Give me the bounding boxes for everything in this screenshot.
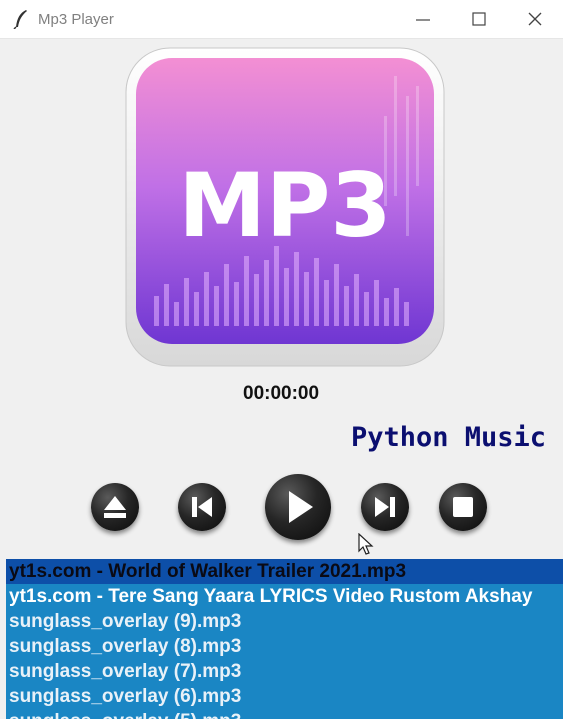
stop-icon <box>453 497 473 517</box>
playlist-item[interactable]: sunglass_overlay (9).mp3 <box>6 609 563 634</box>
feather-icon <box>12 9 30 30</box>
maximize-button[interactable] <box>451 0 507 38</box>
mouse-cursor-icon <box>358 533 374 555</box>
play-button[interactable] <box>265 474 331 540</box>
elapsed-time: 00:00:00 <box>243 383 320 404</box>
next-button[interactable] <box>361 483 409 531</box>
playlist-item[interactable]: yt1s.com - World of Walker Trailer 2021.… <box>6 559 563 584</box>
playlist-item[interactable]: yt1s.com - Tere Sang Yaara LYRICS Video … <box>6 584 563 609</box>
maximize-icon <box>472 12 486 26</box>
close-button[interactable] <box>507 0 563 38</box>
playlist-item[interactable]: sunglass_overlay (5).mp3 <box>6 709 563 719</box>
close-icon <box>528 12 542 26</box>
stop-button[interactable] <box>439 483 487 531</box>
playlist[interactable]: yt1s.com - World of Walker Trailer 2021.… <box>6 559 563 719</box>
play-icon <box>289 491 313 523</box>
eject-icon <box>104 496 126 518</box>
window-title: Mp3 Player <box>38 11 114 28</box>
album-art-label: MP3 <box>178 154 391 257</box>
album-art: MP3 <box>124 46 446 368</box>
minimize-button[interactable] <box>395 0 451 38</box>
scrolling-title: Python Music <box>351 422 547 453</box>
skip-next-icon <box>375 497 395 517</box>
title-bar: Mp3 Player <box>0 0 563 39</box>
minimize-icon <box>416 19 430 21</box>
previous-button[interactable] <box>178 483 226 531</box>
skip-previous-icon <box>192 497 212 517</box>
eject-button[interactable] <box>91 483 139 531</box>
playlist-item[interactable]: sunglass_overlay (7).mp3 <box>6 659 563 684</box>
playlist-item[interactable]: sunglass_overlay (8).mp3 <box>6 634 563 659</box>
playlist-item[interactable]: sunglass_overlay (6).mp3 <box>6 684 563 709</box>
